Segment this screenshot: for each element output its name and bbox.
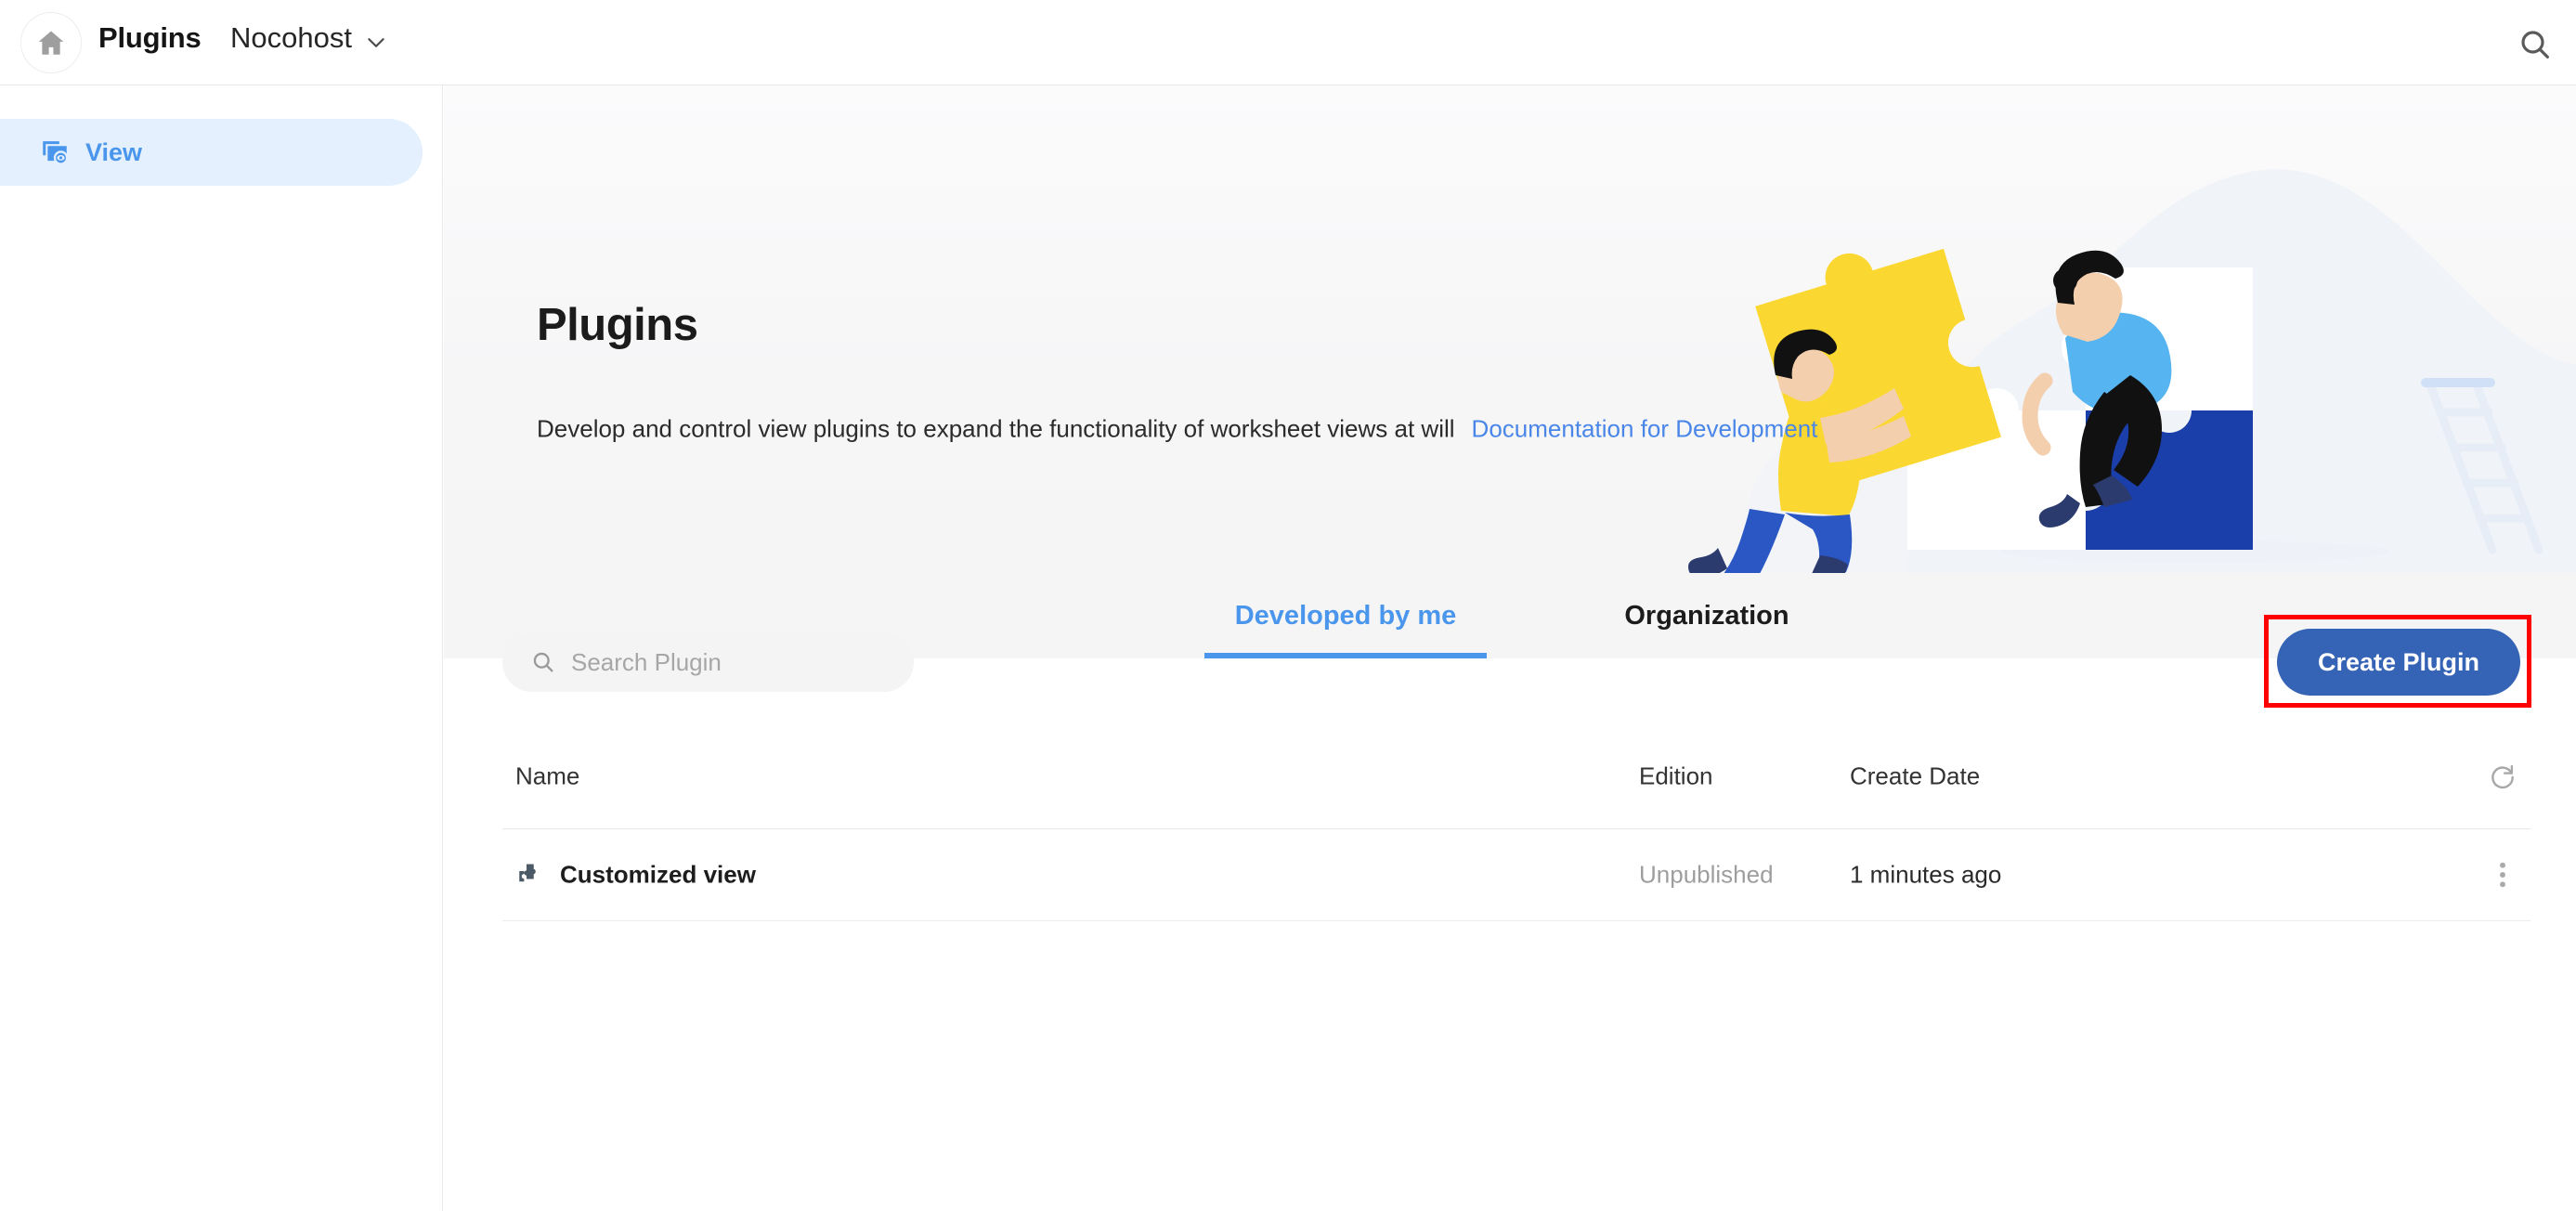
hero-title: Plugins xyxy=(537,300,698,350)
hero-subtitle-text: Develop and control view plugins to expa… xyxy=(537,414,1455,443)
sidebar-item-view[interactable]: View xyxy=(0,119,423,186)
sidebar: View xyxy=(0,85,443,1211)
documentation-link[interactable]: Documentation for Development xyxy=(1472,415,1818,443)
org-selector-label[interactable]: Nocohost xyxy=(230,21,352,55)
column-header-edition: Edition xyxy=(1639,762,1713,790)
plugin-name-label: Customized view xyxy=(560,860,756,889)
create-plugin-button[interactable]: Create Plugin xyxy=(2277,629,2520,696)
puzzle-piece-icon xyxy=(515,861,543,889)
hero-banner: Plugins Develop and control view plugins… xyxy=(444,85,2576,573)
tab-organization[interactable]: Organization xyxy=(1600,573,1814,658)
plugins-table: Name Edition Create Date Customized view… xyxy=(502,724,2530,921)
view-window-icon xyxy=(39,137,71,168)
tab-label: Organization xyxy=(1624,600,1789,631)
table-row[interactable]: Customized view Unpublished 1 minutes ag… xyxy=(502,829,2530,921)
top-bar: Plugins Nocohost xyxy=(0,0,2576,85)
search-icon[interactable] xyxy=(2517,26,2554,63)
search-plugin-box[interactable] xyxy=(502,632,914,692)
plugin-name-cell: Customized view xyxy=(515,861,756,890)
home-button[interactable] xyxy=(20,12,82,73)
hero-subtitle: Develop and control view plugins to expa… xyxy=(537,415,1817,444)
column-header-name: Name xyxy=(515,762,580,790)
page-title: Plugins xyxy=(98,21,202,54)
column-header-create-date: Create Date xyxy=(1850,762,1981,790)
more-vertical-icon[interactable] xyxy=(2488,858,2517,892)
tab-developed-by-me[interactable]: Developed by me xyxy=(1204,573,1487,658)
tab-active-underline xyxy=(1204,653,1487,658)
home-icon xyxy=(35,27,67,59)
chevron-down-icon[interactable] xyxy=(364,31,388,55)
plugin-create-date-cell: 1 minutes ago xyxy=(1850,860,2002,889)
puzzle-teamwork-illustration xyxy=(1629,85,2576,573)
table-header-row: Name Edition Create Date xyxy=(502,724,2530,829)
tab-label: Developed by me xyxy=(1234,600,1457,631)
search-input[interactable] xyxy=(571,647,878,677)
sidebar-item-label: View xyxy=(85,137,143,166)
search-icon xyxy=(530,649,556,675)
plugin-edition-cell: Unpublished xyxy=(1639,860,1774,889)
refresh-icon[interactable] xyxy=(2488,762,2517,791)
